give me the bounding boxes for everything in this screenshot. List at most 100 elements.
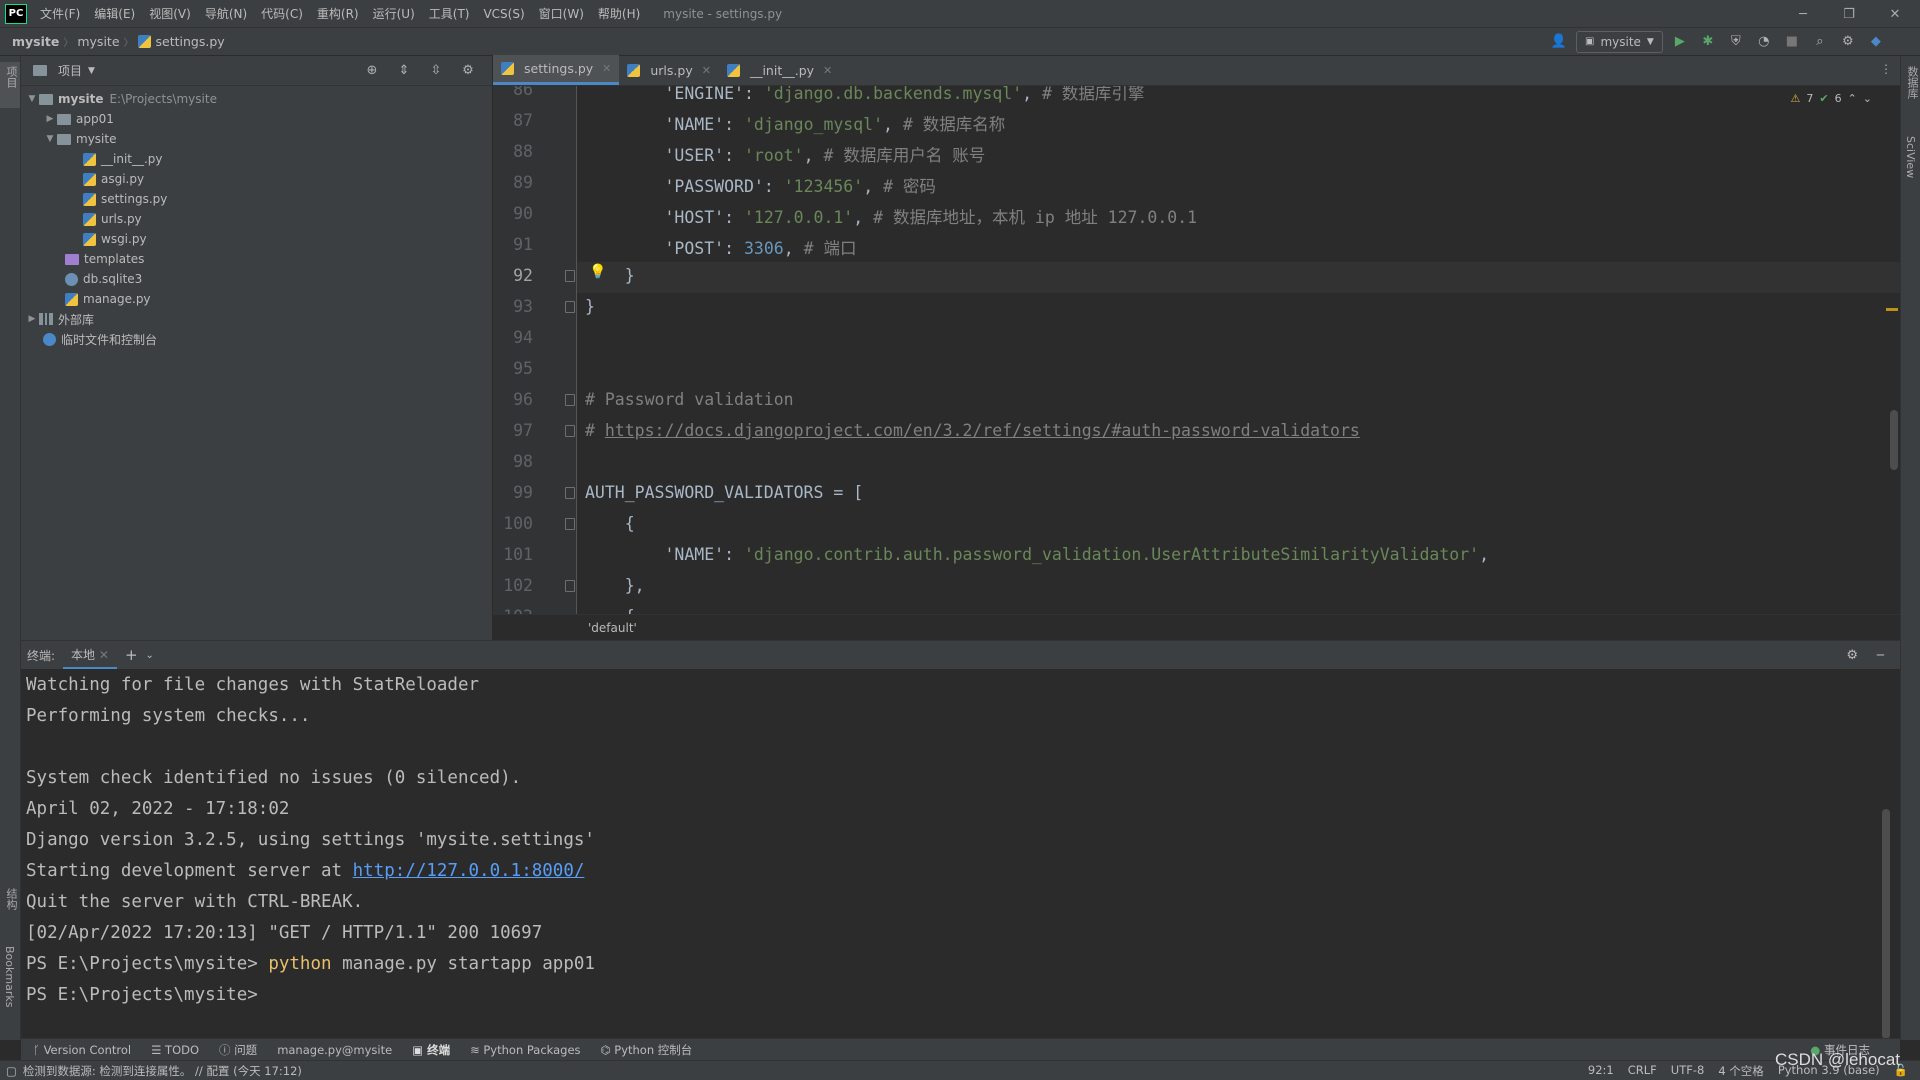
tool-problems[interactable]: ⓘ 问题	[219, 1042, 257, 1058]
gear-icon[interactable]: ⚙	[1846, 648, 1858, 663]
editor-breadcrumb[interactable]: 'default'	[493, 614, 1900, 640]
search-icon[interactable]: ⌕	[1809, 31, 1831, 53]
chevron-down-icon[interactable]: ▼	[88, 66, 95, 76]
tree-item-scratches[interactable]: 临时文件和控制台	[21, 329, 492, 349]
indent-setting[interactable]: 4 个空格	[1718, 1063, 1763, 1079]
stop-icon[interactable]: ■	[1781, 31, 1803, 53]
menu-view[interactable]: 视图(V)	[142, 0, 198, 28]
tree-item-db-sqlite3[interactable]: db.sqlite3	[21, 269, 492, 289]
menu-tools[interactable]: 工具(T)	[422, 0, 477, 28]
run-config-selector[interactable]: ▣ mysite ▼	[1576, 30, 1663, 53]
fold-marker-icon[interactable]	[565, 270, 575, 282]
fold-marker-icon[interactable]	[565, 301, 575, 313]
expand-all-icon[interactable]: ⇕	[393, 60, 415, 82]
structure-tool-label[interactable]: 结构	[3, 888, 19, 910]
menu-navigate[interactable]: 导航(N)	[198, 0, 254, 28]
inspection-widget[interactable]: ⚠ 7 ✔ 6 ⌃ ⌄	[1790, 92, 1872, 105]
profile-icon[interactable]: ◔	[1753, 31, 1775, 53]
tree-item-manage-py[interactable]: manage.py	[21, 289, 492, 309]
status-panel-toggle-icon[interactable]: ▢	[6, 1064, 17, 1078]
database-tool-label[interactable]: 数据库	[1904, 66, 1920, 99]
terminal-tab-local[interactable]: 本地 ✕	[63, 642, 117, 669]
menu-file[interactable]: 文件(F)	[33, 0, 87, 28]
menu-code[interactable]: 代码(C)	[254, 0, 310, 28]
line-separator[interactable]: CRLF	[1628, 1063, 1657, 1079]
more-tabs-icon[interactable]: ⋮	[1880, 62, 1892, 76]
code-editor[interactable]: 86 87 88 89 90 91 92 93 94 95 96 97 98 9…	[493, 86, 1900, 614]
run-icon[interactable]: ▶	[1669, 31, 1691, 53]
close-icon[interactable]: ✕	[702, 64, 711, 77]
menu-edit[interactable]: 编辑(E)	[87, 0, 142, 28]
hide-icon[interactable]: ─	[1877, 648, 1884, 662]
minimize-icon[interactable]: ─	[1780, 0, 1826, 28]
chevron-down-icon[interactable]: ⌄	[146, 650, 154, 661]
locate-icon[interactable]: ⊕	[361, 60, 383, 82]
fold-marker-icon[interactable]	[565, 518, 575, 530]
editor-scrollbar[interactable]	[1890, 410, 1898, 470]
terminal-output[interactable]: Watching for file changes with StatReloa…	[21, 669, 1900, 1039]
add-terminal-icon[interactable]: +	[125, 646, 138, 664]
tree-item-wsgi-py[interactable]: wsgi.py	[21, 229, 492, 249]
close-icon[interactable]: ✕	[823, 64, 832, 77]
server-url-link[interactable]: http://127.0.0.1:8000/	[353, 861, 585, 881]
user-icon[interactable]: 👤	[1548, 31, 1570, 53]
coverage-icon[interactable]: ⛨	[1725, 31, 1747, 53]
settings-icon[interactable]: ⚙	[1837, 31, 1859, 53]
docs-link[interactable]: https://docs.djangoproject.com/en/3.2/re…	[605, 421, 1360, 440]
breadcrumb-project[interactable]: mysite	[8, 34, 63, 49]
tree-item-mysite-package[interactable]: ▼ mysite	[21, 129, 492, 149]
fold-marker-icon[interactable]	[565, 487, 575, 499]
chevron-down-icon[interactable]: ⌄	[1863, 92, 1872, 105]
tree-item-urls-py[interactable]: urls.py	[21, 209, 492, 229]
terminal-scrollbar[interactable]	[1882, 809, 1890, 1039]
breadcrumb-file[interactable]: settings.py	[156, 34, 229, 49]
status-message[interactable]: 检测到数据源: 检测到连接属性。 // 配置 (今天 17:12)	[23, 1063, 302, 1079]
breadcrumb-package[interactable]: mysite	[73, 34, 123, 49]
gear-icon[interactable]: ⚙	[457, 60, 479, 82]
fold-marker-icon[interactable]	[565, 425, 575, 437]
tool-python-packages[interactable]: ≋ Python Packages	[470, 1043, 580, 1057]
project-view-selector[interactable]: 项目	[58, 62, 82, 79]
tab-settings-py[interactable]: settings.py ✕	[493, 55, 620, 85]
menu-help[interactable]: 帮助(H)	[591, 0, 647, 28]
fold-marker-icon[interactable]	[565, 580, 575, 592]
chevron-right-icon[interactable]: ▶	[43, 114, 57, 124]
tool-terminal[interactable]: ▣ 终端	[412, 1042, 450, 1058]
file-encoding[interactable]: UTF-8	[1671, 1063, 1705, 1079]
chevron-up-icon[interactable]: ⌃	[1848, 92, 1857, 105]
tree-item-settings-py[interactable]: settings.py	[21, 189, 492, 209]
collapse-all-icon[interactable]: ⇳	[425, 60, 447, 82]
tree-item-templates[interactable]: templates	[21, 249, 492, 269]
sciview-tool-label[interactable]: SciView	[1904, 136, 1917, 178]
menu-window[interactable]: 窗口(W)	[532, 0, 591, 28]
tree-item-app01[interactable]: ▶ app01	[21, 109, 492, 129]
debug-icon[interactable]: ✱	[1697, 31, 1719, 53]
restore-icon[interactable]: ❐	[1826, 0, 1872, 28]
tree-item-asgi-py[interactable]: asgi.py	[21, 169, 492, 189]
tree-item-root[interactable]: ▼ mysite E:\Projects\mysite	[21, 89, 492, 109]
chevron-down-icon[interactable]: ▼	[25, 94, 39, 104]
tool-version-control[interactable]: ᚴ Version Control	[33, 1043, 131, 1057]
tool-python-console[interactable]: ⌬ Python 控制台	[601, 1042, 693, 1058]
tool-todo[interactable]: ☰ TODO	[151, 1043, 199, 1057]
chevron-right-icon[interactable]: ▶	[25, 314, 39, 324]
line-number: 94	[513, 328, 533, 347]
tree-item-init-py[interactable]: __init__.py	[21, 149, 492, 169]
bookmarks-tool-label[interactable]: Bookmarks	[3, 946, 16, 1007]
close-icon[interactable]: ✕	[99, 648, 109, 662]
warning-stripe-marker[interactable]	[1886, 308, 1898, 311]
jetbrains-toolbox-icon[interactable]: ◆	[1865, 31, 1887, 53]
tab-init-py[interactable]: __init__.py ✕	[719, 55, 840, 85]
tree-item-external-libraries[interactable]: ▶ 外部库	[21, 309, 492, 329]
close-icon[interactable]: ✕	[602, 62, 611, 75]
menu-vcs[interactable]: VCS(S)	[476, 0, 531, 28]
tab-urls-py[interactable]: urls.py ✕	[619, 55, 719, 85]
menu-refactor[interactable]: 重构(R)	[310, 0, 366, 28]
close-icon[interactable]: ✕	[1872, 0, 1918, 28]
menu-run[interactable]: 运行(U)	[366, 0, 422, 28]
project-tool-button[interactable]: 项目	[0, 62, 20, 108]
fold-marker-icon[interactable]	[565, 394, 575, 406]
tool-manage-py[interactable]: manage.py@mysite	[277, 1043, 392, 1057]
caret-position[interactable]: 92:1	[1588, 1063, 1614, 1079]
chevron-down-icon[interactable]: ▼	[43, 134, 57, 144]
